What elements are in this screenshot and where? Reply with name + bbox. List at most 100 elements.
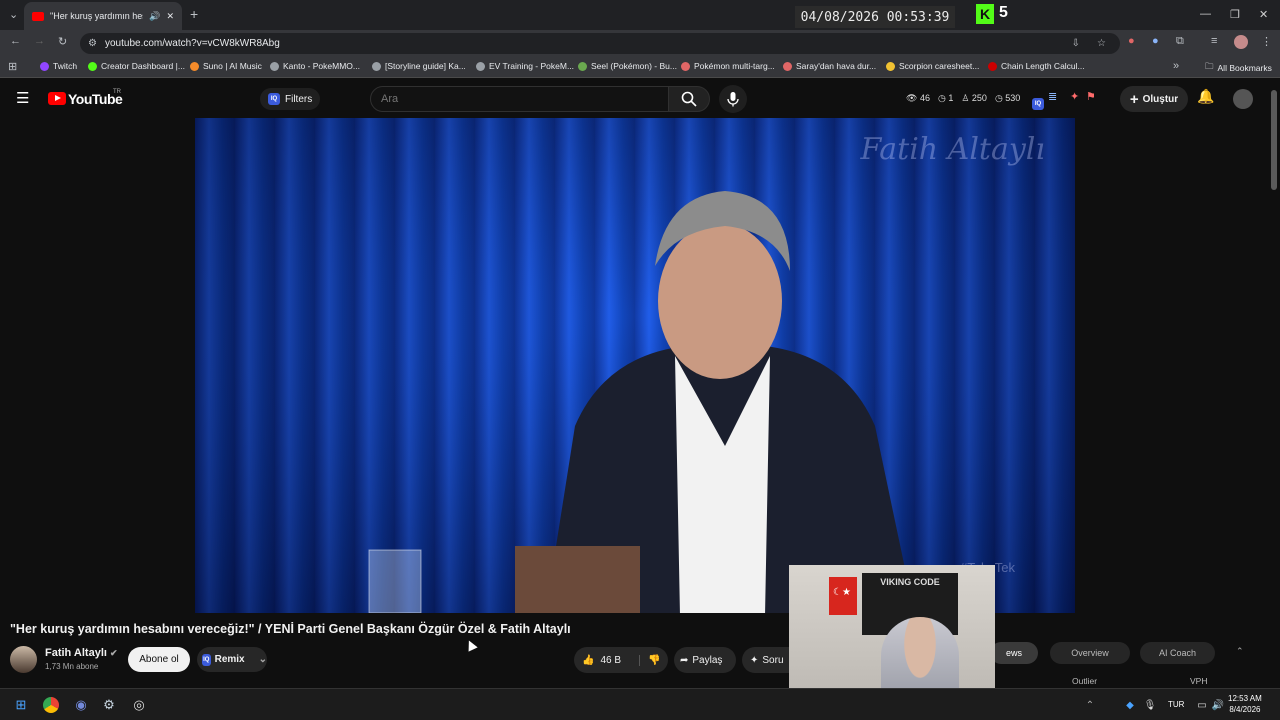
bookmark-item[interactable]: Chain Length Calcul... xyxy=(988,61,1085,71)
obs-taskbar-icon[interactable]: ◎ xyxy=(129,695,149,715)
browser-tab-active[interactable]: "Her kuruş yardımın hesab 🔊 ✕ xyxy=(24,2,182,30)
bookmark-favicon-icon xyxy=(578,61,587,71)
discord-taskbar-icon[interactable]: ◉ xyxy=(71,695,91,715)
new-tab-icon[interactable]: + xyxy=(190,6,198,22)
remix-button[interactable]: IQ Remix ⌄ xyxy=(197,647,267,672)
bookmark-star-icon[interactable]: ☆ xyxy=(1097,33,1106,54)
bookmark-item[interactable]: Creator Dashboard |... xyxy=(88,61,185,71)
minimize-icon[interactable]: — xyxy=(1200,8,1211,20)
url-bar[interactable]: ⚙ youtube.com/watch?v=vCW8kWR8Abg ⇩ ☆ xyxy=(80,33,1120,54)
extension-icon[interactable]: ● xyxy=(1128,35,1135,47)
tab-audio-icon[interactable]: 🔊 xyxy=(149,11,160,22)
bookmark-item[interactable]: EV Training - PokeM... xyxy=(476,61,574,71)
clock-stat: ◷ 530 xyxy=(994,93,1021,103)
chrome-menu-icon[interactable]: ⋮ xyxy=(1261,35,1272,48)
bookmark-item[interactable]: Scorpion caresheet... xyxy=(886,61,979,71)
bookmark-item[interactable]: Seel (Pokémon) - Bu... xyxy=(578,61,677,71)
extension-icon[interactable]: ✦ xyxy=(1070,90,1079,103)
microphone-icon xyxy=(727,92,739,107)
tab-title: "Her kuruş yardımın hesab xyxy=(50,11,143,21)
steam-taskbar-icon[interactable]: ⚙ xyxy=(99,695,119,715)
extension-badge-icon: IQ xyxy=(202,653,211,666)
collapse-icon[interactable]: ⌃ xyxy=(1236,646,1244,657)
chevron-down-icon: ⌄ xyxy=(258,654,267,665)
site-info-icon[interactable]: ⚙ xyxy=(88,33,97,54)
create-button[interactable]: + Oluştur xyxy=(1120,86,1188,112)
tab-search-icon[interactable]: ⌄ xyxy=(9,8,18,21)
region-code: TR xyxy=(113,89,121,95)
tab-reviews[interactable]: ews xyxy=(990,642,1038,664)
share-button[interactable]: ➦ Paylaş xyxy=(674,647,736,673)
all-bookmarks-button[interactable]: 🗀 All Bookmarks xyxy=(1205,61,1272,75)
mic-tray-icon[interactable]: 🎙 xyxy=(1140,695,1160,715)
profile-avatar[interactable] xyxy=(1234,35,1248,49)
account-avatar[interactable] xyxy=(1233,89,1253,109)
notifications-bell-icon[interactable]: 🔔 xyxy=(1197,88,1214,105)
column-header: Outlier xyxy=(1072,676,1098,686)
windows-start-icon[interactable]: ⊞ xyxy=(11,695,31,715)
voice-search-button[interactable] xyxy=(719,85,747,113)
bookmark-favicon-icon xyxy=(783,61,792,71)
channel-name[interactable]: Fatih Altaylı ✔ xyxy=(45,647,118,659)
extensions-puzzle-icon[interactable]: ⧉ xyxy=(1176,35,1184,48)
user-stat: ♙ 250 xyxy=(961,93,987,103)
kick-logo-icon: K xyxy=(976,4,994,24)
extension-badge-icon: IQ xyxy=(268,93,280,105)
subscribe-button[interactable]: Abone ol xyxy=(128,647,190,672)
more-bookmarks-icon[interactable]: » xyxy=(1173,60,1179,72)
side-panel-tabs: ews Overview AI Coach ⌃ xyxy=(990,642,1260,664)
video-speaker-figure xyxy=(515,191,915,613)
verified-icon: ✔ xyxy=(110,648,118,658)
bookmark-item[interactable]: [Storyline guide] Ka... xyxy=(372,61,466,71)
channel-avatar[interactable] xyxy=(10,646,37,673)
search-input[interactable] xyxy=(370,86,670,112)
extension-icon[interactable]: ● xyxy=(1152,35,1159,47)
video-player[interactable]: Fatih Altaylı #TakeTek xyxy=(195,118,1075,613)
list-icon[interactable]: ≣ xyxy=(1048,90,1057,103)
page-scrollbar[interactable] xyxy=(1271,90,1277,190)
bookmark-favicon-icon xyxy=(988,61,997,71)
tab-close-icon[interactable]: ✕ xyxy=(166,11,174,22)
plus-icon: + xyxy=(1129,90,1139,108)
youtube-header: ☰ YouTube TR IQ Filters 👁 46 ◷ 1 ♙ 250 ◷… xyxy=(0,80,1280,118)
tab-ai-coach[interactable]: AI Coach xyxy=(1140,642,1215,664)
browser-tab-bar: ⌄ "Her kuruş yardımın hesab 🔊 ✕ + 04/08/… xyxy=(0,0,1280,30)
tray-icon[interactable]: ◆ xyxy=(1120,695,1140,715)
like-button[interactable]: 👍 46 B 👎 xyxy=(574,647,668,673)
bookmark-item[interactable]: Saray'dan hava dur... xyxy=(783,61,876,71)
tab-overview[interactable]: Overview xyxy=(1050,642,1130,664)
extension-icon[interactable]: ⚑ xyxy=(1086,90,1096,103)
bookmark-favicon-icon xyxy=(476,61,485,71)
menu-hamburger-icon[interactable]: ☰ xyxy=(16,89,29,107)
bookmark-item[interactable]: Suno | AI Music xyxy=(190,61,262,71)
bookmark-item[interactable]: Pokémon multi-targ... xyxy=(681,61,775,71)
folder-icon: 🗀 xyxy=(1205,61,1214,71)
dislike-button[interactable]: 👎 xyxy=(639,654,660,666)
restore-icon[interactable]: ❐ xyxy=(1230,8,1240,21)
youtube-logo-icon[interactable] xyxy=(48,92,66,105)
mouse-cursor-icon xyxy=(464,638,478,652)
kick-viewer-count: 5 xyxy=(999,4,1008,21)
input-language[interactable]: TUR xyxy=(1168,700,1184,709)
extension-stats: 👁 46 ◷ 1 ♙ 250 ◷ 530 xyxy=(906,93,1020,104)
bookmark-favicon-icon xyxy=(40,61,49,71)
system-clock[interactable]: 12:53 AM 8/4/2026 xyxy=(1228,693,1262,715)
extension-icon[interactable]: IQ xyxy=(1032,92,1044,110)
bookmark-favicon-icon xyxy=(88,61,97,71)
apps-grid-icon[interactable]: ⊞ xyxy=(8,60,17,73)
filters-button[interactable]: IQ Filters xyxy=(260,88,320,110)
volume-icon[interactable]: 🔊 xyxy=(1208,695,1228,715)
bookmark-item[interactable]: Kanto - PokeMMO... xyxy=(270,61,360,71)
bookmark-item[interactable]: Twitch xyxy=(40,61,77,71)
install-icon[interactable]: ⇩ xyxy=(1072,33,1080,54)
back-icon[interactable]: ← xyxy=(10,35,21,47)
media-control-icon[interactable]: ≡ xyxy=(1211,35,1217,47)
tray-icon[interactable]: ⌃ xyxy=(1080,695,1100,715)
close-window-icon[interactable]: ✕ xyxy=(1259,8,1268,21)
reload-icon[interactable]: ↻ xyxy=(58,35,67,48)
thumbs-up-icon: 👍 xyxy=(582,654,595,666)
chrome-taskbar-icon[interactable] xyxy=(41,695,61,715)
forward-icon[interactable]: → xyxy=(34,35,45,47)
browser-toolbar: ← → ↻ ⚙ youtube.com/watch?v=vCW8kWR8Abg … xyxy=(0,30,1280,56)
search-button[interactable] xyxy=(668,86,710,112)
